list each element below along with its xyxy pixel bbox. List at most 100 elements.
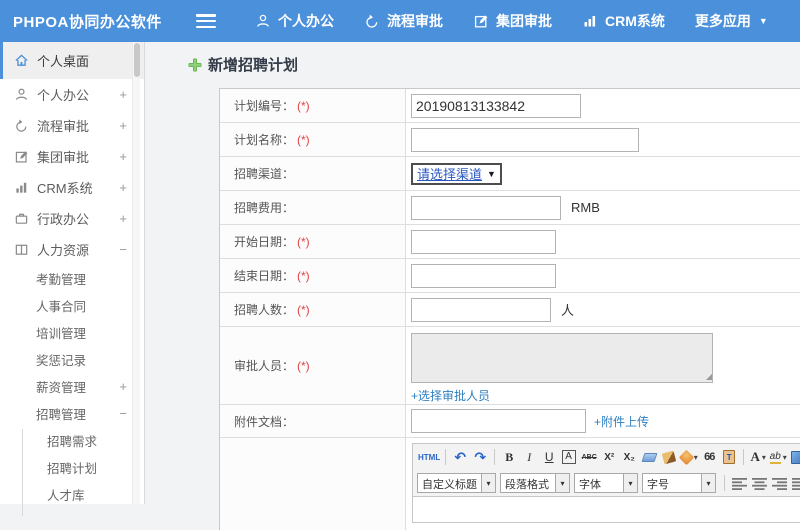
align-right-button[interactable]: [770, 473, 788, 493]
scrollbar-thumb[interactable]: [134, 43, 140, 77]
fee-input[interactable]: [411, 196, 561, 220]
sidebar-item-hr-contract[interactable]: 人事合同: [0, 292, 144, 319]
expand-icon[interactable]: +: [119, 211, 127, 226]
bold-button[interactable]: B: [500, 447, 518, 467]
collapse-icon[interactable]: −: [119, 242, 127, 257]
paste-text-button[interactable]: T: [720, 447, 738, 467]
paragraph-format-select[interactable]: 段落格式▾: [500, 473, 570, 493]
sidebar-item-training[interactable]: 培训管理: [0, 319, 144, 346]
sidebar-item-hr[interactable]: 人力资源 −: [0, 234, 144, 265]
menu-icon[interactable]: [196, 14, 216, 28]
form-row-fee: 招聘费用： RMB: [220, 191, 800, 225]
caret-down-icon: ▾: [762, 453, 766, 462]
sidebar-item-recruit-mgmt[interactable]: 招聘管理−: [0, 400, 144, 427]
custom-heading-select[interactable]: 自定义标题▾: [417, 473, 496, 493]
collapse-icon[interactable]: −: [119, 406, 127, 421]
plan-no-input[interactable]: [411, 94, 581, 118]
subscript-button[interactable]: X₂: [620, 447, 638, 467]
eraser-button[interactable]: [640, 447, 658, 467]
recruit-plan-form: 计划编号：(*) 计划名称： (*) 招聘渠道： 请选择渠道 ▼ 招聘费用： RM…: [219, 88, 800, 530]
form-row-plan-no: 计划编号：(*): [220, 89, 800, 123]
upload-attachment-link[interactable]: +附件上传: [594, 413, 649, 430]
undo-button[interactable]: ↶: [451, 447, 469, 467]
sidebar-item-salary[interactable]: 薪资管理+: [0, 373, 144, 400]
sidebar-item-recruit-demand[interactable]: 招聘需求: [0, 427, 144, 454]
sidebar-scrollbar[interactable]: [132, 42, 140, 504]
field-label: 计划名称：: [234, 131, 294, 148]
currency-suffix: RMB: [571, 200, 600, 215]
expand-icon[interactable]: +: [119, 379, 127, 394]
channel-select[interactable]: 请选择渠道 ▼: [411, 163, 502, 185]
nav-workflow-approval[interactable]: 流程审批: [349, 0, 458, 42]
editor-content-area[interactable]: [413, 496, 800, 522]
highlight-color-button[interactable]: ab▾: [769, 447, 787, 467]
home-icon: [14, 53, 37, 68]
insert-image-button[interactable]: [789, 447, 800, 467]
page-title-text: 新增招聘计划: [208, 54, 298, 75]
required-marker: (*): [297, 269, 310, 283]
underline-button[interactable]: U: [540, 447, 558, 467]
start-date-input[interactable]: [411, 230, 556, 254]
caret-down-icon: ▼: [487, 169, 496, 179]
required-marker: (*): [297, 303, 310, 317]
nav-group-approval[interactable]: 集团审批: [458, 0, 567, 42]
sidebar-item-rewards[interactable]: 奖惩记录: [0, 346, 144, 373]
plan-name-input[interactable]: [411, 128, 639, 152]
approvers-textarea[interactable]: [411, 333, 713, 383]
caret-down-icon: ▾: [701, 474, 715, 492]
sidebar-item-group-approval[interactable]: 集团审批 +: [0, 141, 144, 172]
html-source-button[interactable]: HTML: [418, 447, 440, 467]
align-center-button[interactable]: [750, 473, 768, 493]
nav-personal-office[interactable]: 个人办公: [240, 0, 349, 42]
broom-icon: [662, 450, 676, 464]
font-color-button[interactable]: A▾: [749, 447, 767, 467]
field-label: 开始日期：: [234, 233, 294, 250]
form-row-channel: 招聘渠道： 请选择渠道 ▼: [220, 157, 800, 191]
nav-crm[interactable]: CRM系统: [567, 0, 680, 42]
edit-icon: [14, 149, 37, 164]
expand-icon[interactable]: +: [119, 87, 127, 102]
clear-format-button[interactable]: ▾: [680, 447, 698, 467]
unit-suffix: 人: [561, 300, 574, 319]
clipboard-icon: T: [723, 450, 735, 464]
form-row-attachment: 附件文档： +附件上传: [220, 405, 800, 438]
eraser-icon: [641, 453, 657, 462]
italic-button[interactable]: I: [520, 447, 538, 467]
caret-down-icon: ▼: [759, 16, 768, 26]
sidebar-item-admin-office[interactable]: 行政办公 +: [0, 203, 144, 234]
resize-grip-icon[interactable]: ◢: [706, 372, 712, 381]
align-justify-button[interactable]: [790, 473, 800, 493]
font-family-select[interactable]: 字体▾: [574, 473, 638, 493]
expand-icon[interactable]: +: [119, 180, 127, 195]
book-icon: [14, 242, 37, 257]
chart-icon: [14, 180, 37, 195]
sidebar-item-personal-office[interactable]: 个人办公 +: [0, 79, 144, 110]
expand-icon[interactable]: +: [119, 118, 127, 133]
page-title: 新增招聘计划: [188, 54, 298, 75]
font-size-select[interactable]: 字号▾: [642, 473, 716, 493]
attachment-input[interactable]: [411, 409, 586, 433]
font-button[interactable]: A: [562, 450, 576, 464]
blockquote-button[interactable]: 66: [700, 447, 718, 467]
strikethrough-button[interactable]: ABC: [580, 447, 598, 467]
sidebar-item-workflow-approval[interactable]: 流程审批 +: [0, 110, 144, 141]
sidebar-item-desktop[interactable]: 个人桌面: [0, 42, 144, 79]
select-approvers-link[interactable]: +选择审批人员: [411, 387, 490, 404]
process-icon: [14, 118, 37, 133]
sidebar-item-attendance[interactable]: 考勤管理: [0, 265, 144, 292]
format-brush-button[interactable]: [660, 447, 678, 467]
end-date-input[interactable]: [411, 264, 556, 288]
sidebar-item-crm[interactable]: CRM系统 +: [0, 172, 144, 203]
expand-icon[interactable]: +: [119, 149, 127, 164]
nav-more-apps[interactable]: 更多应用 ▼: [680, 0, 783, 42]
superscript-button[interactable]: X²: [600, 447, 618, 467]
field-label: 审批人员：: [234, 357, 294, 374]
headcount-input[interactable]: [411, 298, 551, 322]
caret-down-icon: ▾: [694, 453, 698, 462]
user-icon: [255, 13, 278, 29]
align-left-button[interactable]: [730, 473, 748, 493]
editor-toolbar-row1: HTML ↶ ↷ B I U A ABC X² X₂ ▾: [413, 444, 800, 470]
plus-icon: [188, 58, 202, 72]
sidebar-item-recruit-plan[interactable]: 招聘计划: [0, 454, 144, 481]
redo-button[interactable]: ↷: [471, 447, 489, 467]
